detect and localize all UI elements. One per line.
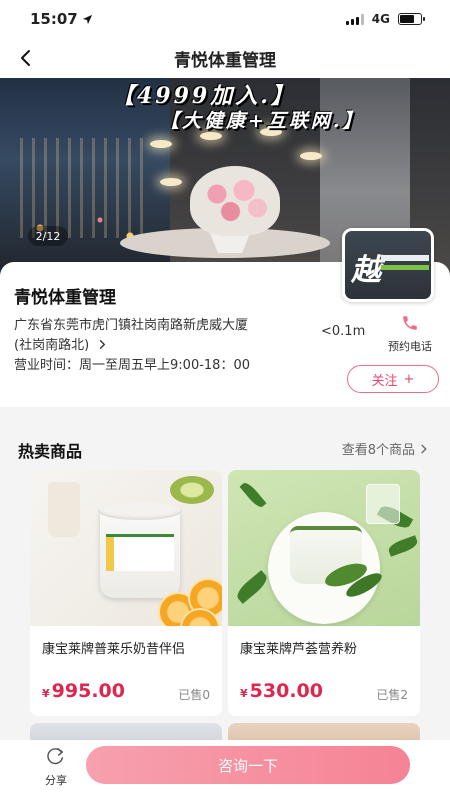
view-all-products-link[interactable]: 查看8个商品 xyxy=(342,439,428,458)
follow-button[interactable]: 关注 + xyxy=(347,365,439,393)
store-logo: 越 xyxy=(342,228,434,302)
signal-icon xyxy=(345,13,364,25)
view-all-label: 查看8个商品 xyxy=(341,443,415,458)
price-amount: 530.00 xyxy=(249,680,323,702)
page-title: 青悦体重管理 xyxy=(174,50,276,71)
time-text: 15:07 xyxy=(30,10,78,28)
location-arrow-icon xyxy=(82,14,92,24)
store-logo-char: 越 xyxy=(351,253,381,288)
store-address: 广东省东莞市虎门镇社岗南路新虎威大厦(社岗南路北) xyxy=(14,318,249,353)
chevron-left-icon xyxy=(21,50,30,66)
battery-icon xyxy=(398,13,425,25)
store-distance: <0.1m xyxy=(321,324,366,339)
nav-bar: 青悦体重管理 xyxy=(0,38,450,78)
share-label: 分享 xyxy=(45,774,67,787)
price-amount: 995.00 xyxy=(51,680,125,702)
consult-button[interactable]: 咨询一下 xyxy=(86,746,410,784)
product-sold-count: 已售2 xyxy=(376,688,408,702)
product-image xyxy=(228,470,420,626)
store-address-link[interactable]: 广东省东莞市虎门镇社岗南路新虎威大厦(社岗南路北) xyxy=(14,316,264,356)
product-name: 康宝莱牌普莱乐奶昔伴侣 xyxy=(42,642,186,657)
status-indicators: 4G xyxy=(345,12,425,26)
back-button[interactable] xyxy=(12,44,40,72)
follow-label: 关注 xyxy=(371,373,398,389)
status-bar: 15:07 4G xyxy=(0,0,450,38)
store-hours: 营业时间：周一至周五早上9:00-18：00 xyxy=(14,354,250,373)
plus-icon: + xyxy=(403,371,415,387)
call-button[interactable]: 预约电话 xyxy=(384,314,436,354)
banner-page-indicator: 2/12 xyxy=(28,226,68,246)
product-card[interactable]: 康宝莱牌芦荟营养粉 ¥530.00 已售2 xyxy=(228,470,420,716)
hot-products-section: 热卖商品 查看8个商品 康宝莱牌普莱乐奶昔伴侣 ¥995.00 已售0 康宝莱牌… xyxy=(0,418,450,753)
store-page: 15:07 4G 青悦体重管理 【4999加入.】 【大健康+互联网.】 2/1… xyxy=(0,0,450,800)
product-sold-count: 已售0 xyxy=(178,688,210,702)
product-price: ¥995.00 xyxy=(42,680,125,702)
call-label: 预约电话 xyxy=(388,340,432,353)
share-icon xyxy=(47,748,64,765)
chevron-right-icon xyxy=(421,443,427,454)
share-button[interactable]: 分享 xyxy=(38,746,74,788)
product-card[interactable]: 康宝莱牌普莱乐奶昔伴侣 ¥995.00 已售0 xyxy=(30,470,222,716)
product-name: 康宝莱牌芦荟营养粉 xyxy=(240,642,358,657)
price-currency: ¥ xyxy=(42,687,50,700)
price-currency: ¥ xyxy=(240,687,248,700)
banner-headline-2: 【大健康+互联网.】 xyxy=(160,110,365,132)
hours-label: 营业时间： xyxy=(14,358,80,373)
hours-value: 周一至周五早上9:00-18：00 xyxy=(79,358,250,373)
banner-flowers xyxy=(190,166,280,236)
status-time: 15:07 xyxy=(30,10,93,28)
store-info-card: 越 青悦体重管理 广东省东莞市虎门镇社岗南路新虎威大厦(社岗南路北) 营业时间：… xyxy=(0,228,450,407)
phone-icon xyxy=(403,316,417,330)
hot-products-title: 热卖商品 xyxy=(18,442,83,461)
product-price: ¥530.00 xyxy=(240,680,323,702)
chevron-right-icon xyxy=(99,339,106,350)
product-image xyxy=(30,470,222,626)
network-label: 4G xyxy=(371,12,390,26)
battery-fill xyxy=(400,15,414,23)
bottom-action-bar: 分享 咨询一下 xyxy=(0,740,450,800)
